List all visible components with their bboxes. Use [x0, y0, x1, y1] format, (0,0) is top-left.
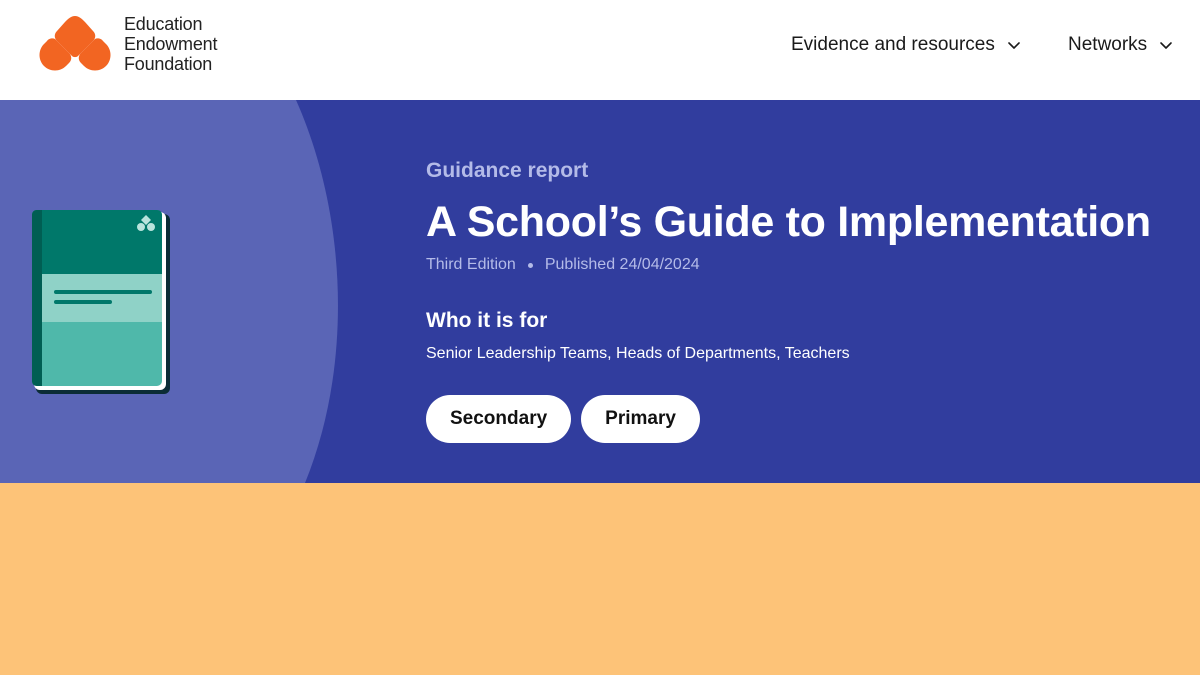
report-meta: Third Edition Published 24/04/2024 [426, 255, 1186, 275]
brand-name-line-2: Endowment [124, 34, 218, 54]
report-hero: Guidance report A School’s Guide to Impl… [0, 100, 1200, 483]
nav-item-networks[interactable]: Networks [1068, 32, 1174, 58]
tag-secondary[interactable]: Secondary [426, 395, 572, 443]
report-summary: Guidance report A School’s Guide to Impl… [426, 158, 1186, 443]
tag-primary[interactable]: Primary [581, 395, 700, 443]
page-title: A School’s Guide to Implementation [426, 198, 1151, 246]
report-type-label: Guidance report [426, 159, 589, 182]
brand-name-line-3: Foundation [124, 54, 213, 74]
nav-item-label: Evidence and resources [791, 34, 995, 55]
audience-heading: Who it is for [426, 309, 548, 332]
nav-item-label: Networks [1068, 34, 1148, 55]
report-cover-icon [32, 210, 170, 394]
brand-name-line-1: Education [124, 14, 203, 34]
chevron-down-icon [1008, 42, 1020, 49]
meta-separator-dot [527, 262, 533, 268]
audience-list: Senior Leadership Teams, Heads of Depart… [426, 345, 850, 362]
chevron-down-icon [1160, 42, 1172, 49]
nav-item-evidence-and-resources[interactable]: Evidence and resources [791, 32, 1022, 58]
eef-diamond-logo-icon [39, 16, 111, 71]
report-edition: Third Edition [426, 256, 516, 273]
brand-name: Education Endowment Foundation [124, 14, 254, 74]
site-header: Education Endowment Foundation Evidence … [0, 0, 1200, 100]
report-published-date: Published 24/04/2024 [544, 256, 700, 273]
lower-content-band [0, 483, 1200, 675]
phase-tags: Secondary Primary [426, 395, 1186, 443]
